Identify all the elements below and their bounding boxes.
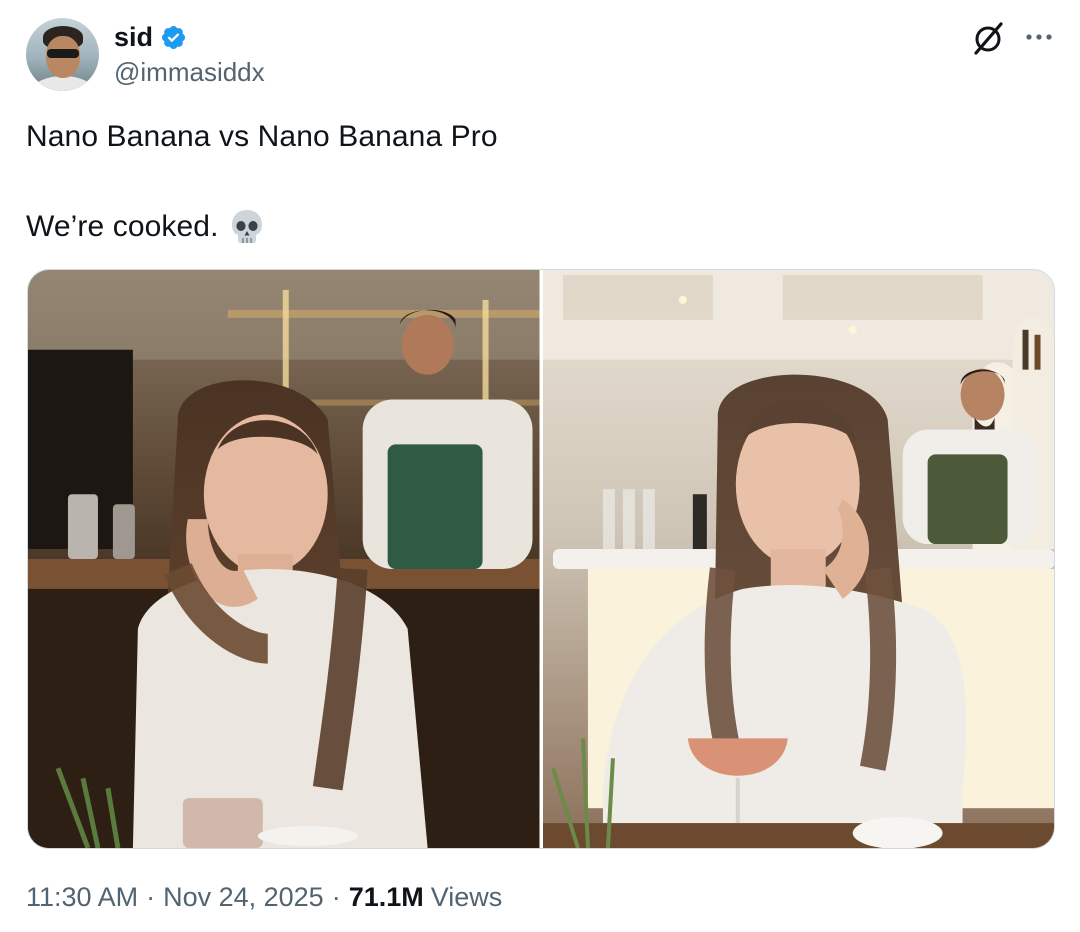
tweet-text-line1: Nano Banana vs Nano Banana Pro bbox=[26, 120, 498, 153]
tweet-date[interactable]: Nov 24, 2025 bbox=[163, 882, 324, 913]
skull-emoji-icon bbox=[229, 207, 265, 247]
grok-icon[interactable] bbox=[970, 20, 1006, 56]
meta-separator: · bbox=[146, 882, 156, 912]
tweet-text-line2: We’re cooked. bbox=[26, 207, 265, 247]
avatar[interactable] bbox=[26, 18, 99, 91]
author-display-name[interactable]: sid bbox=[114, 22, 153, 53]
photo-left[interactable] bbox=[28, 270, 540, 848]
verified-badge-icon[interactable] bbox=[160, 24, 187, 51]
views-count[interactable]: 71.1M bbox=[349, 882, 424, 913]
tweet-text-line2-text: We’re cooked. bbox=[26, 210, 219, 243]
tweet-meta: 11:30 AM · Nov 24, 2025 · 71.1M Views bbox=[26, 882, 502, 913]
author-name-row: sid bbox=[114, 20, 187, 54]
author-handle[interactable]: @immasiddx bbox=[114, 57, 265, 88]
photo-right[interactable] bbox=[542, 270, 1054, 848]
meta-separator-2: · bbox=[331, 882, 341, 912]
media-grid bbox=[27, 269, 1055, 849]
views-label: Views bbox=[430, 882, 503, 912]
tweet: sid @immasiddx Nano Banana vs Nano Banan… bbox=[0, 0, 1080, 932]
tweet-time[interactable]: 11:30 AM bbox=[26, 882, 138, 913]
more-options-icon[interactable] bbox=[1024, 24, 1054, 50]
